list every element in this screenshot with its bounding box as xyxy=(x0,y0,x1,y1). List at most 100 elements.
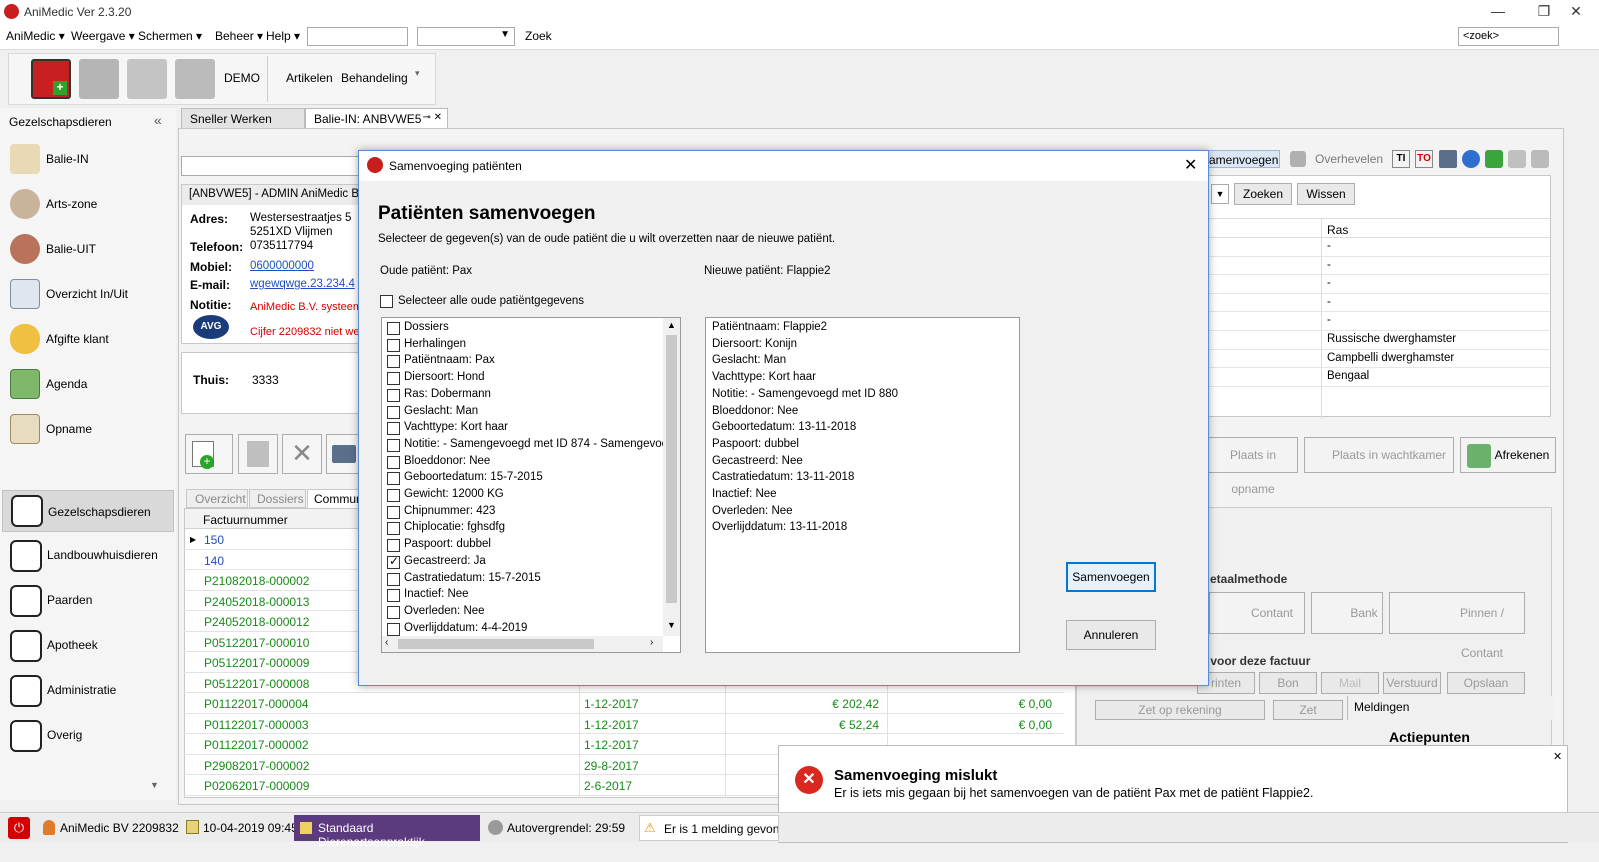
new-item-button[interactable]: + xyxy=(185,434,233,474)
dialog-close-button[interactable]: ✕ xyxy=(1184,155,1197,175)
field-checkbox[interactable] xyxy=(387,589,400,603)
zet-button[interactable]: Zet xyxy=(1273,700,1343,720)
field-checkbox[interactable] xyxy=(387,322,400,335)
field-checkbox[interactable] xyxy=(387,372,400,386)
collapse-sidebar-button[interactable]: « xyxy=(154,112,162,128)
sidebar-item-balie-in[interactable]: Balie-IN xyxy=(8,140,174,180)
quick-search-input[interactable] xyxy=(307,27,408,46)
table-row[interactable]: - xyxy=(1209,238,1550,257)
table-row[interactable]: P01122017-000003 1-12-2017 € 52,24 € 0,00 xyxy=(184,714,1064,734)
global-search-input[interactable]: <zoek> xyxy=(1458,27,1559,46)
menu-animedic[interactable]: AniMedic ▾ xyxy=(6,29,65,43)
old-patient-list[interactable]: Dossiers Herhalingen Patiëntnaam: Pax Diers… xyxy=(381,317,681,653)
zet-op-rekening-button[interactable]: Zet op rekening xyxy=(1095,700,1265,720)
field-checkbox[interactable] xyxy=(387,338,400,352)
overhevelen-button[interactable]: Overhevelen xyxy=(1315,152,1383,166)
field-checkbox[interactable] xyxy=(387,489,400,502)
toolbar-more-icon[interactable]: ▾ xyxy=(415,68,420,79)
sidebar-item-agenda[interactable]: Agenda xyxy=(8,365,174,405)
field-checkbox[interactable] xyxy=(387,405,400,419)
subtab-dossiers[interactable]: Dossiers xyxy=(249,489,306,508)
field-checkbox[interactable] xyxy=(387,622,400,636)
behandeling-button[interactable]: Behandeling xyxy=(341,71,408,85)
zoeken-button[interactable]: Zoeken xyxy=(1234,183,1292,205)
table-row[interactable]: Campbelli dwerghamster xyxy=(1209,350,1550,369)
scroll-down-icon[interactable]: ▼ xyxy=(667,620,676,630)
category-overig[interactable]: Overig xyxy=(8,716,174,756)
menu-schermen[interactable]: Schermen ▾ xyxy=(138,29,202,43)
delete-button[interactable]: ✕ xyxy=(282,434,322,474)
to-icon[interactable]: TO xyxy=(1415,150,1433,168)
mobiel-link[interactable]: 0600000000 xyxy=(250,260,314,272)
edit-button[interactable] xyxy=(238,434,278,474)
melding-badge[interactable]: ⚠ Er is 1 melding gevon xyxy=(639,815,779,841)
table-row[interactable]: - xyxy=(1209,312,1550,331)
trash-icon[interactable] xyxy=(175,59,215,99)
menu-help[interactable]: Help ▾ xyxy=(266,29,300,43)
verstuurd-button[interactable]: Verstuurd xyxy=(1383,672,1441,694)
power-icon[interactable]: ⏻ xyxy=(8,817,30,839)
trash-small-icon[interactable] xyxy=(1531,150,1549,168)
minimize-button[interactable]: — xyxy=(1475,0,1521,24)
field-checkbox[interactable] xyxy=(387,472,400,486)
horizontal-scrollbar[interactable]: ‹ › xyxy=(382,636,663,652)
notes-icon[interactable] xyxy=(127,59,167,99)
printer-small-icon[interactable] xyxy=(1439,150,1457,168)
notification-close-button[interactable]: ✕ xyxy=(1553,750,1562,763)
category-administratie[interactable]: Administratie xyxy=(8,671,174,711)
col-factuurnummer[interactable]: Factuurnummer xyxy=(203,513,288,527)
menu-beheer[interactable]: Beheer ▾ xyxy=(215,29,263,43)
mail-button[interactable]: Mail xyxy=(1321,672,1379,694)
samenvoegen-toolbar-button[interactable]: amenvoegen xyxy=(1208,150,1280,168)
ti-icon[interactable]: TI xyxy=(1392,150,1410,168)
add-green-icon[interactable] xyxy=(1485,150,1503,168)
field-checkbox[interactable] xyxy=(387,522,400,536)
chevron-down-icon[interactable]: ▼ xyxy=(1211,184,1229,204)
sidebar-item-arts-zone[interactable]: Arts-zone xyxy=(8,185,174,225)
plaats-in-wachtkamer-button[interactable]: Plaats in wachtkamer xyxy=(1304,437,1454,473)
opslaan-button[interactable]: Opslaan xyxy=(1447,672,1525,694)
tab-pin-close-icon[interactable]: ⊸ ✕ xyxy=(422,112,442,123)
bank-button[interactable]: Bank xyxy=(1311,592,1383,634)
table-row[interactable]: - xyxy=(1209,294,1550,313)
edit-small-icon[interactable] xyxy=(1508,150,1526,168)
field-checkbox[interactable] xyxy=(387,539,400,553)
table-row[interactable]: Russische dwerghamster xyxy=(1209,331,1550,350)
scroll-right-icon[interactable]: › xyxy=(650,637,653,648)
field-checkbox[interactable] xyxy=(387,355,400,369)
wissen-button[interactable]: Wissen xyxy=(1297,183,1355,205)
refresh-icon[interactable] xyxy=(1462,150,1480,168)
table-row[interactable]: P01122017-000004 1-12-2017 € 202,42 € 0,00 xyxy=(184,693,1064,714)
contant-button[interactable]: Contant xyxy=(1209,592,1305,634)
field-checkbox[interactable] xyxy=(387,422,400,436)
afrekenen-button[interactable]: Afrekenen xyxy=(1460,437,1556,473)
search-type-select[interactable]: ▼ xyxy=(417,27,515,46)
sidebar-item-overzicht[interactable]: Overzicht In/Uit xyxy=(8,275,174,315)
tab-sneller-werken[interactable]: Sneller Werken xyxy=(181,108,305,128)
subtab-overzicht[interactable]: Overzicht xyxy=(186,489,248,508)
plaats-in-opname-button[interactable]: Plaats in opname xyxy=(1208,437,1298,496)
scroll-thumb[interactable] xyxy=(666,335,677,603)
sidebar-item-opname[interactable]: Opname xyxy=(8,410,174,450)
practice-badge[interactable]: Standaard Dierenartsenpraktijk xyxy=(294,815,480,849)
category-paarden[interactable]: Paarden xyxy=(8,581,174,621)
field-checkbox[interactable] xyxy=(387,505,400,519)
sidebar-item-balie-uit[interactable]: Balie-UIT xyxy=(8,230,174,270)
category-apotheek[interactable]: Apotheek xyxy=(8,626,174,666)
field-checkbox[interactable] xyxy=(387,554,400,569)
field-checkbox[interactable] xyxy=(387,572,400,586)
subtab-communicatie[interactable]: Communi xyxy=(307,489,362,508)
category-gezelschapsdieren[interactable]: Gezelschapsdieren xyxy=(2,490,174,532)
category-landbouwhuisdieren[interactable]: Landbouwhuisdieren xyxy=(8,536,174,576)
client-search-input[interactable] xyxy=(181,156,361,176)
field-checkbox[interactable] xyxy=(387,605,400,619)
table-row[interactable]: Bengaal xyxy=(1209,368,1550,387)
select-all-checkbox[interactable] xyxy=(380,295,393,308)
col-ras[interactable]: Ras xyxy=(1327,223,1348,237)
annuleren-button[interactable]: Annuleren xyxy=(1066,620,1156,650)
field-checkbox[interactable] xyxy=(387,455,400,469)
save-icon[interactable] xyxy=(79,59,119,99)
pinnen-contant-button[interactable]: Pinnen / Contant xyxy=(1389,592,1525,660)
field-checkbox[interactable] xyxy=(387,388,400,402)
vertical-scrollbar[interactable]: ▲ ▼ xyxy=(663,318,680,636)
